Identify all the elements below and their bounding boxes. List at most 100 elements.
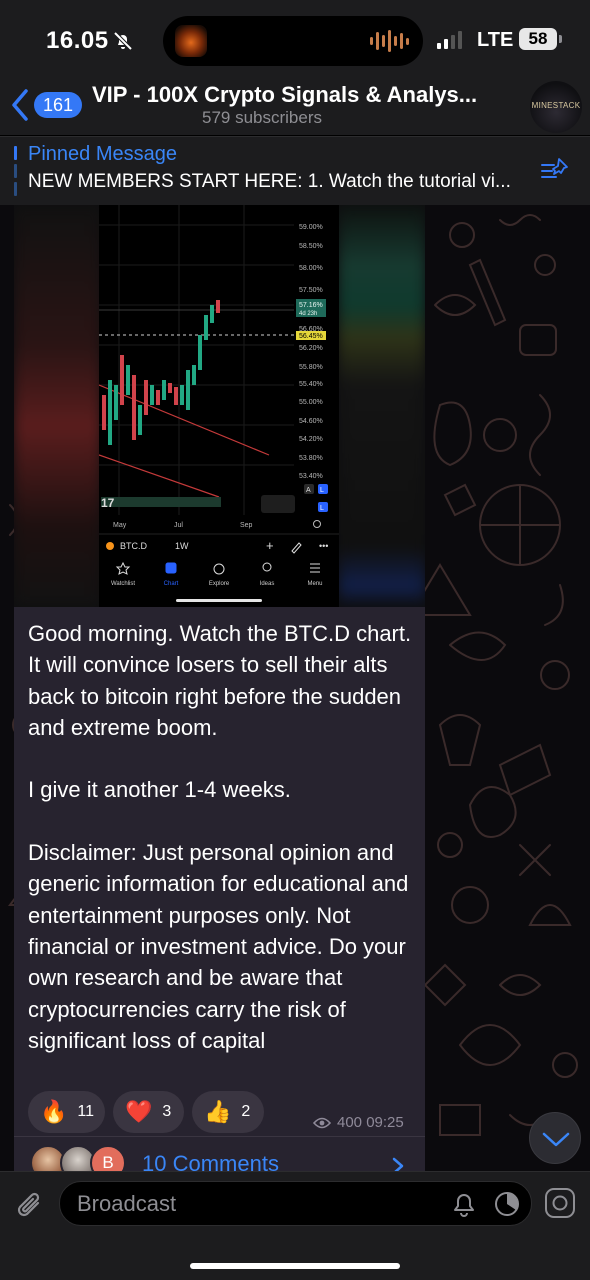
interval-label: 1W [175, 541, 189, 551]
scroll-to-bottom-button[interactable] [529, 1112, 581, 1164]
price-label: 59.00% [299, 224, 323, 231]
unread-count-badge[interactable]: 161 [34, 92, 83, 118]
marker-price-label: 56.45% [299, 333, 323, 340]
back-chevron-icon[interactable] [10, 88, 30, 122]
image-blur-left [14, 205, 101, 607]
chart-screenshot: 59.00% 58.50% 58.00% 57.50% 56.20% 55.80… [99, 205, 339, 607]
candle [204, 315, 208, 340]
reaction-count: 2 [241, 1103, 251, 1120]
candle [126, 365, 130, 395]
message-text: Good morning. Watch the BTC.D chart. It … [28, 621, 412, 1053]
paperclip-icon[interactable] [14, 1189, 46, 1223]
price-label: 58.00% [299, 265, 323, 272]
candle [114, 385, 118, 420]
month-label: Jul [174, 522, 183, 529]
tradingview-logo: 17 [101, 496, 115, 510]
candle [186, 370, 190, 410]
symbol-label: BTC.D [120, 541, 148, 551]
audio-waveform-icon [370, 30, 409, 52]
reaction-count: 3 [162, 1103, 172, 1120]
schedule-timer-icon[interactable] [493, 1190, 521, 1218]
candle [144, 380, 148, 415]
scale-auto-button: A [306, 487, 311, 494]
price-label: 54.60% [299, 418, 323, 425]
price-label: 57.50% [299, 287, 323, 294]
eye-icon [313, 1117, 331, 1128]
pinned-text: NEW MEMBERS START HERE: 1. Watch the tut… [28, 171, 511, 192]
avatar-text: MINESTACK [531, 101, 581, 110]
current-price-label: 57.16% [299, 302, 323, 309]
price-label: 54.20% [299, 436, 323, 443]
tab-chart: Chart [164, 581, 179, 587]
image-blur-right [339, 205, 425, 607]
candle [132, 375, 136, 440]
heart-icon: ❤️ [125, 1099, 153, 1124]
price-label: 55.40% [299, 381, 323, 388]
candle [216, 300, 220, 313]
tab-watchlist: Watchlist [111, 581, 135, 587]
dynamic-island[interactable] [163, 16, 423, 66]
bell-icon[interactable] [451, 1190, 477, 1218]
tab-menu: Menu [307, 581, 322, 587]
views-time-label: 400 09:25 [337, 1114, 404, 1131]
pinned-list-icon[interactable] [540, 155, 570, 185]
cellular-signal-icon [437, 31, 462, 49]
candle [174, 387, 178, 405]
more-icon: ••• [319, 541, 328, 551]
candle [138, 405, 142, 435]
price-label: 58.50% [299, 243, 323, 250]
candle [168, 383, 172, 393]
broadcast-input[interactable] [77, 1182, 437, 1225]
home-indicator [190, 1263, 400, 1269]
reaction-count: 11 [77, 1103, 95, 1120]
tab-explore: Explore [209, 581, 230, 587]
pinned-indicator [14, 146, 17, 196]
price-label: 53.40% [299, 473, 323, 480]
scale-log-button: L [320, 505, 324, 512]
video-message-icon[interactable] [543, 1186, 577, 1220]
month-label: May [113, 522, 127, 529]
screenshot-home-indicator [176, 599, 262, 602]
price-label: 53.80% [299, 455, 323, 462]
fire-icon: 🔥 [40, 1099, 68, 1124]
price-label: 55.00% [299, 399, 323, 406]
network-type: LTE [477, 29, 514, 51]
candle [198, 335, 202, 370]
candle [192, 365, 196, 385]
tab-ideas: Ideas [260, 581, 275, 587]
month-label: Sep [240, 522, 253, 529]
price-label: 55.80% [299, 364, 323, 371]
candle [150, 385, 154, 405]
candle [108, 380, 112, 445]
candle [162, 380, 166, 400]
comments-row[interactable]: B 10 Comments [14, 1136, 425, 1181]
status-bar: 16.05 LTE 58 [0, 0, 590, 80]
chevron-down-icon [542, 1132, 570, 1147]
pinned-message-bar[interactable]: Pinned Message NEW MEMBERS START HERE: 1… [0, 136, 590, 205]
add-icon: + [266, 538, 274, 553]
views-and-time: 400 09:25 [313, 1114, 404, 1131]
clock-time: 16.05 [46, 27, 109, 54]
candle [180, 385, 184, 405]
countdown-label: 4d 23h [299, 311, 317, 317]
candle [120, 355, 124, 405]
chat-header: 161 VIP - 100X Crypto Signals & Analys..… [0, 80, 590, 135]
subscriber-count: 579 subscribers [201, 108, 322, 127]
reaction-thumbs-up[interactable]: 👍 2 [192, 1091, 264, 1133]
channel-avatar[interactable]: MINESTACK [530, 81, 582, 133]
candle [102, 395, 106, 430]
channel-title[interactable]: VIP - 100X Crypto Signals & Analys... [92, 82, 512, 108]
btcd-candle-chart: 59.00% 58.50% 58.00% 57.50% 56.20% 55.80… [99, 205, 339, 587]
scale-log-button: L [320, 487, 324, 494]
bell-slash-icon [113, 31, 133, 51]
battery-nub [559, 35, 562, 43]
now-playing-artwork [175, 25, 207, 57]
price-label: 56.20% [299, 345, 323, 352]
thumbs-up-icon: 👍 [204, 1099, 232, 1124]
candle [210, 305, 214, 323]
pinned-label: Pinned Message [28, 143, 177, 165]
reaction-heart[interactable]: ❤️ 3 [113, 1091, 184, 1133]
candle [156, 390, 160, 405]
reactions-row: 🔥 11 ❤️ 3 👍 2 [28, 1091, 264, 1133]
reaction-fire[interactable]: 🔥 11 [28, 1091, 105, 1133]
